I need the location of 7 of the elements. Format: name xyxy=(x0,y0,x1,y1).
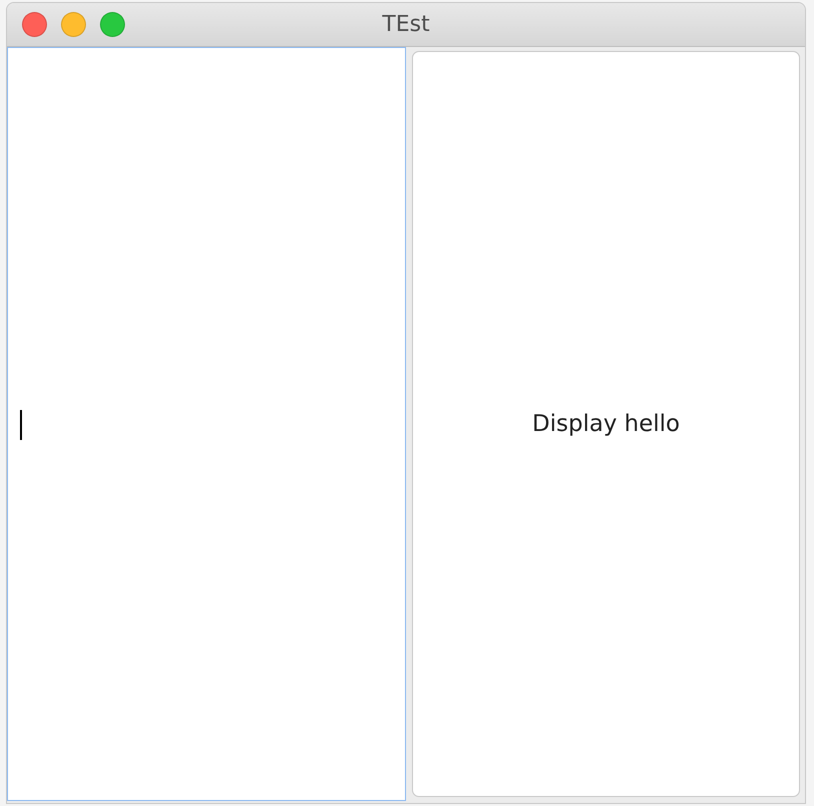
text-field[interactable] xyxy=(7,47,406,801)
window-title: TEst xyxy=(382,11,430,39)
text-caret xyxy=(20,410,22,440)
minimize-button[interactable] xyxy=(61,12,86,37)
close-button[interactable] xyxy=(22,12,47,37)
zoom-button[interactable] xyxy=(100,12,125,37)
display-hello-button[interactable]: Display hello xyxy=(412,51,800,797)
